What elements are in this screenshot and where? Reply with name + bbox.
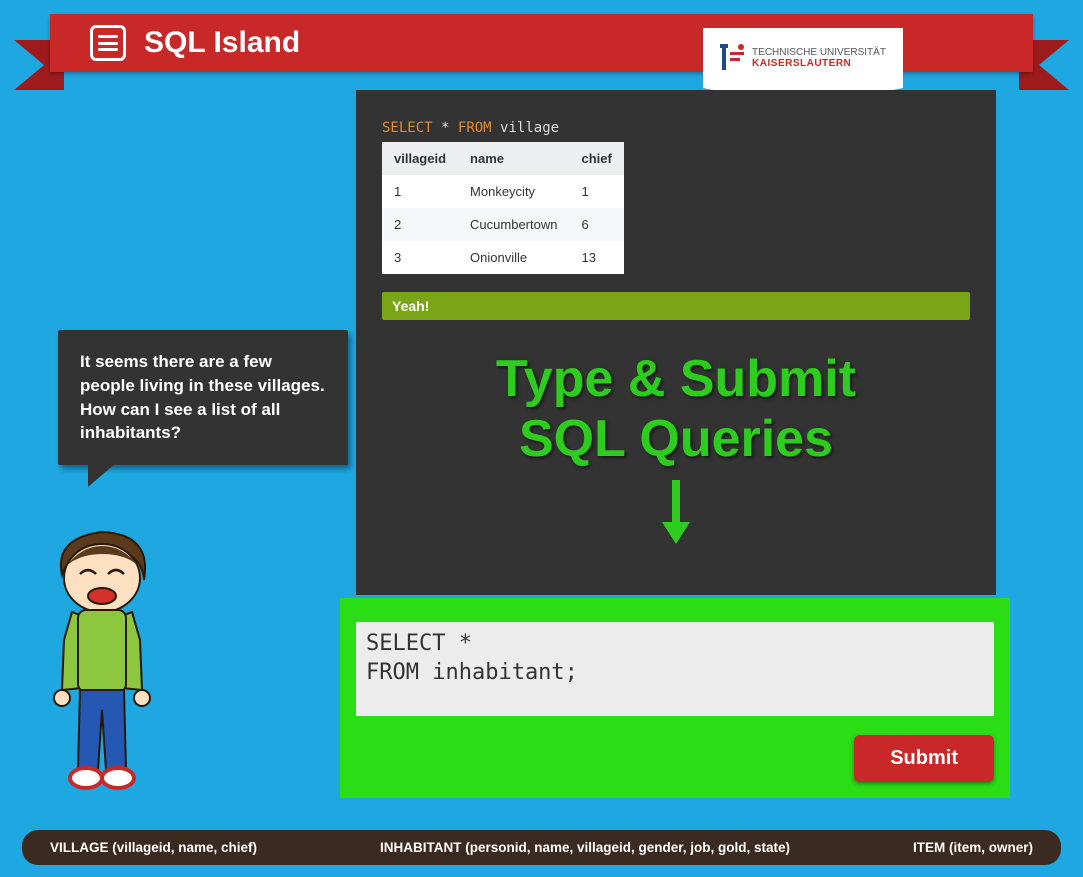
sql-input[interactable] — [356, 622, 994, 716]
table-cell: Onionville — [458, 241, 569, 274]
query-result-table: villageidnamechief 1Monkeycity12Cucumber… — [382, 142, 624, 274]
logo-text-line2: KAISERSLAUTERN — [752, 58, 886, 69]
table-cell: 6 — [569, 208, 623, 241]
column-header: villageid — [382, 142, 458, 175]
sql-keyword-select: SELECT — [382, 120, 433, 136]
schema-item: ITEM (item, owner) — [913, 840, 1033, 855]
university-logo: TECHNISCHE UNIVERSITÄT KAISERSLAUTERN — [703, 28, 903, 88]
university-logo-icon — [720, 42, 746, 74]
query-editor-panel: Submit — [340, 598, 1010, 798]
sql-keyword-from: FROM — [458, 120, 492, 136]
table-cell: 1 — [569, 175, 623, 208]
table-cell: 2 — [382, 208, 458, 241]
table-cell: Monkeycity — [458, 175, 569, 208]
sql-table-name: village — [500, 120, 559, 136]
logo-text-line1: TECHNISCHE UNIVERSITÄT — [752, 47, 886, 58]
app-title: SQL Island — [144, 26, 300, 60]
narrator-dialog-text: It seems there are a few people living i… — [80, 352, 325, 442]
schema-village: VILLAGE (villageid, name, chief) — [50, 840, 257, 855]
column-header: chief — [569, 142, 623, 175]
table-cell: 3 — [382, 241, 458, 274]
column-header: name — [458, 142, 569, 175]
table-row: 3Onionville13 — [382, 241, 624, 274]
table-cell: 13 — [569, 241, 623, 274]
submit-button[interactable]: Submit — [854, 735, 994, 782]
table-row: 1Monkeycity1 — [382, 175, 624, 208]
table-cell: Cucumbertown — [458, 208, 569, 241]
player-character — [32, 520, 172, 800]
table-cell: 1 — [382, 175, 458, 208]
narrator-dialog: It seems there are a few people living i… — [58, 330, 348, 465]
table-row: 2Cucumbertown6 — [382, 208, 624, 241]
game-panel: SELECT * FROM village villageidnamechief… — [356, 90, 996, 595]
previous-query: SELECT * FROM village — [382, 120, 970, 136]
header-banner: SQL Island TECHNISCHE UNIVERSITÄT KAISER… — [50, 14, 1033, 72]
feedback-message: Yeah! — [382, 292, 970, 320]
schema-footer: VILLAGE (villageid, name, chief) INHABIT… — [22, 830, 1061, 865]
menu-icon[interactable] — [90, 25, 126, 61]
sql-star: * — [441, 120, 449, 136]
schema-inhabitant: INHABITANT (personid, name, villageid, g… — [380, 840, 790, 855]
